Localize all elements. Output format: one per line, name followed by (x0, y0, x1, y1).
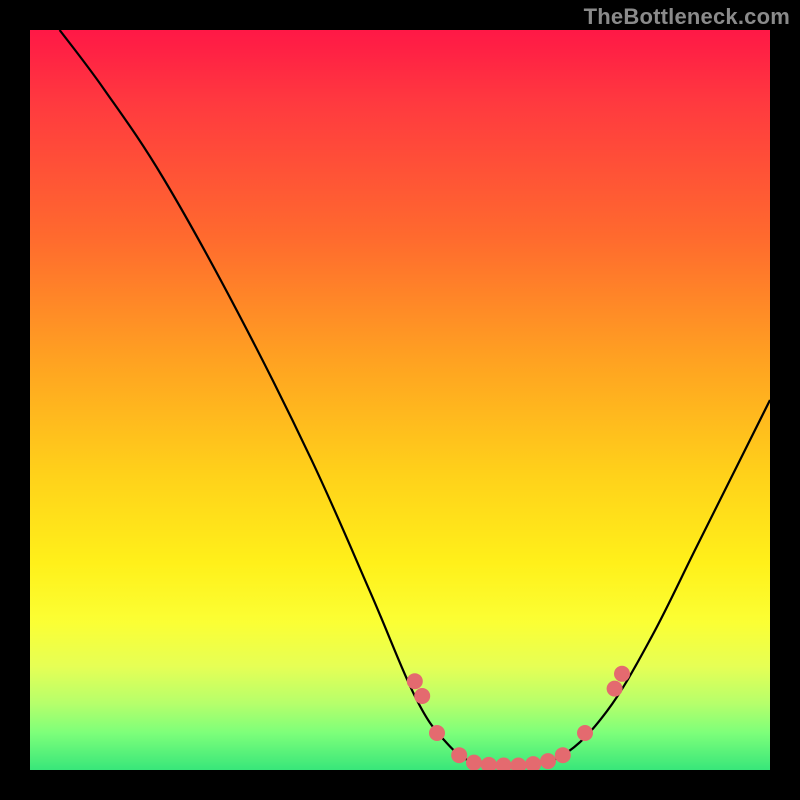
watermark-text: TheBottleneck.com (584, 4, 790, 30)
data-point (429, 725, 445, 741)
curve-dots (407, 666, 630, 770)
data-point (555, 747, 571, 763)
chart-frame: TheBottleneck.com (0, 0, 800, 800)
data-point (407, 673, 423, 689)
bottleneck-curve (30, 30, 770, 770)
data-point (510, 758, 526, 770)
data-point (414, 688, 430, 704)
data-point (607, 681, 623, 697)
data-point (466, 755, 482, 770)
data-point (496, 758, 512, 770)
data-point (540, 753, 556, 769)
curve-path (60, 30, 770, 766)
data-point (451, 747, 467, 763)
data-point (481, 757, 497, 770)
data-point (577, 725, 593, 741)
data-point (525, 756, 541, 770)
data-point (614, 666, 630, 682)
plot-area (30, 30, 770, 770)
